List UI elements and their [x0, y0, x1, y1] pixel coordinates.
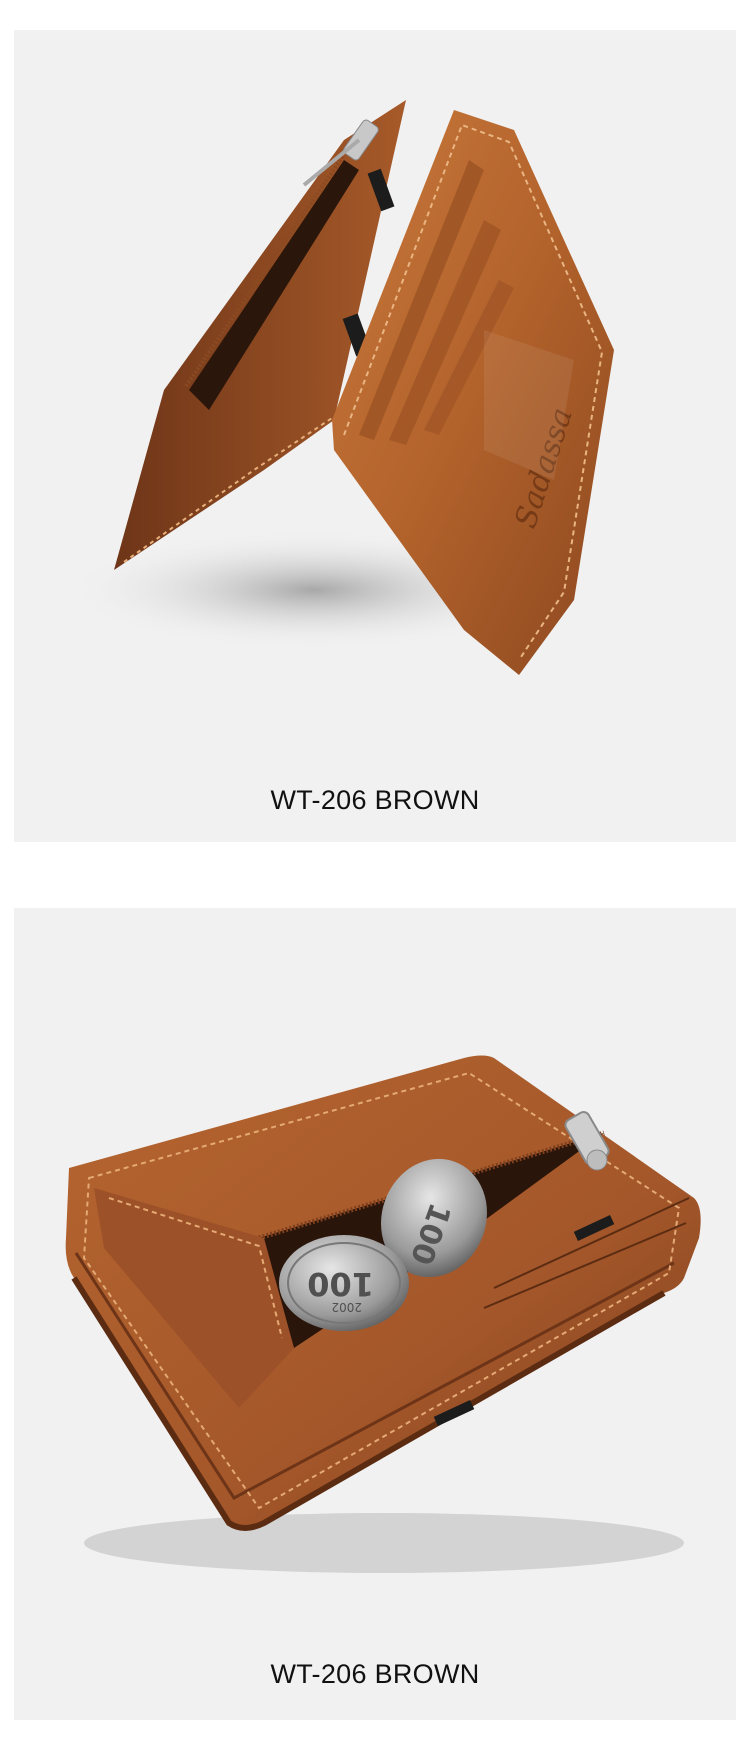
- coin-front: 100 2002: [279, 1235, 409, 1331]
- coin-value-front: 100: [307, 1265, 374, 1303]
- product-panel-2: 100 100 2002 WT-206 BROWN: [14, 908, 736, 1720]
- wallet-standing-photo: Sadassa: [64, 100, 614, 675]
- product-caption: WT-206 BROWN: [270, 1659, 480, 1689]
- coin-year: 2002: [331, 1300, 362, 1314]
- product-panel-1: Sadassa WT-206 BROWN: [14, 30, 736, 842]
- wallet-coin-pocket-photo: 100 100 2002: [65, 1055, 701, 1573]
- product-caption: WT-206 BROWN: [270, 785, 480, 815]
